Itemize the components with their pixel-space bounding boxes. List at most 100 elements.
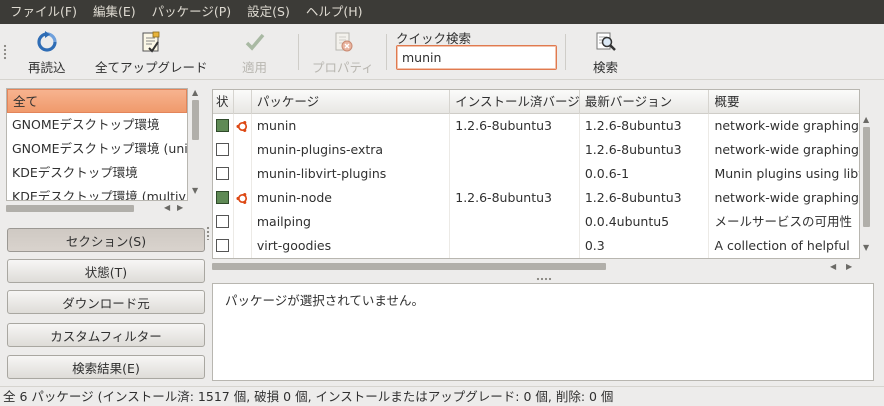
cell-installed-version [450,210,580,234]
filter-item-kde[interactable]: KDEデスクトップ環境 [7,161,187,185]
scrollbar-thumb[interactable] [192,100,199,140]
cell-status[interactable] [213,186,234,210]
scrollbar-thumb[interactable] [6,205,134,212]
custom-filters-button[interactable]: カスタムフィルター [7,323,205,347]
table-row[interactable]: mailping 0.0.4ubuntu5 メールサービスの可用性 [213,210,859,234]
cell-installed-version: 1.2.6-8ubuntu3 [450,186,580,210]
cell-latest-version: 0.0.6-1 [580,162,710,186]
package-status-checkbox[interactable] [216,190,229,204]
toolbar-separator [565,34,566,70]
menu-file[interactable]: ファイル(F) [2,0,85,24]
menu-edit[interactable]: 編集(E) [85,0,144,24]
apply-button[interactable]: 適用 [242,30,267,76]
properties-label: プロパティ [312,60,374,75]
menu-settings[interactable]: 設定(S) [239,0,298,24]
scroll-left-arrow-icon[interactable]: ◀ [164,203,170,212]
cell-summary: Munin plugins using libvirt [714,166,859,181]
cell-latest-version: 0.0.4ubuntu5 [580,210,710,234]
scrollbar-thumb[interactable] [863,127,870,227]
search-results-button[interactable]: 検索結果(E) [7,355,205,379]
apply-label: 適用 [242,60,268,75]
cell-package-name: virt-goodies [252,234,451,258]
package-status-checkbox[interactable] [216,214,229,228]
cell-package-name: mailping [252,210,451,234]
scroll-right-arrow-icon[interactable]: ▶ [177,203,183,212]
column-header-support[interactable] [234,90,252,114]
column-header-installed-version[interactable]: インストール済バージョン [450,90,580,114]
status-button[interactable]: 状態(T) [7,259,205,283]
statusbar-text: 全 6 パッケージ (インストール済: 1517 個, 破損 0 個, インスト… [3,389,614,404]
cell-summary: メールサービスの可用性 [714,214,852,229]
package-status-checkbox[interactable] [216,118,229,132]
table-horizontal-scrollbar[interactable]: ◀ ▶ [212,259,860,275]
filter-list-vertical-scrollbar[interactable]: ▲ ▼ [188,88,202,201]
details-text: パッケージが選択されていません。 [225,293,425,308]
package-status-checkbox[interactable] [216,238,229,252]
column-header-package[interactable]: パッケージ [252,90,451,114]
cell-installed-version [450,234,580,258]
upgrade-all-icon [139,30,163,54]
scroll-up-arrow-icon[interactable]: ▲ [192,88,198,97]
menu-help[interactable]: ヘルプ(H) [298,0,371,24]
filter-list-horizontal-scrollbar[interactable]: ◀ ▶ [6,201,188,217]
cell-installed-version [450,138,580,162]
column-header-latest-version[interactable]: 最新バージョン [580,90,710,114]
filter-list: 全て GNOMEデスクトップ環境 GNOMEデスクトップ環境 (uni KDEデ… [6,88,188,201]
package-status-checkbox[interactable] [216,166,229,180]
upgrade-all-button[interactable]: 全てアップグレード [95,30,208,76]
cell-support [234,138,252,162]
toolbar-separator [386,34,387,70]
filter-item-gnome[interactable]: GNOMEデスクトップ環境 [7,113,187,137]
cell-latest-version: 1.2.6-8ubuntu3 [580,138,710,162]
scroll-left-arrow-icon[interactable]: ◀ [830,262,836,271]
statusbar: 全 6 パッケージ (インストール済: 1517 個, 破損 0 個, インスト… [0,386,884,406]
search-label: 検索 [593,60,619,75]
scroll-right-arrow-icon[interactable]: ▶ [846,262,852,271]
table-row[interactable]: munin 1.2.6-8ubuntu3 1.2.6-8ubuntu3 network… [213,114,859,138]
scroll-down-arrow-icon[interactable]: ▼ [863,243,869,252]
scroll-up-arrow-icon[interactable]: ▲ [863,115,869,124]
filter-item-gnome-universe[interactable]: GNOMEデスクトップ環境 (uni [7,137,187,161]
search-icon [594,30,618,54]
toolbar-grip[interactable] [3,44,7,60]
cell-installed-version: 1.2.6-8ubuntu3 [450,114,580,138]
cell-summary: network-wide graphing framework [714,118,859,133]
search-button[interactable]: 検索 [593,30,618,76]
cell-support [234,114,252,138]
cell-package-name: munin-node [252,186,451,210]
cell-status[interactable] [213,234,234,258]
table-row[interactable]: munin-libvirt-plugins 0.0.6-1 Munin plugin… [213,162,859,186]
cell-status[interactable] [213,138,234,162]
table-vertical-scrollbar[interactable]: ▲ ▼ [860,89,874,259]
properties-button[interactable]: プロパティ [312,30,374,76]
reload-icon [35,30,59,54]
reload-button[interactable]: 再読込 [28,30,66,76]
toolbar-separator [298,34,299,70]
scrollbar-thumb[interactable] [212,263,606,270]
menu-package[interactable]: パッケージ(P) [144,0,240,24]
scroll-down-arrow-icon[interactable]: ▼ [192,186,198,195]
cell-status[interactable] [213,162,234,186]
filter-item-kde-multiverse[interactable]: KDEデスクトップ環境 (multiv [7,185,187,200]
ubuntu-logo-icon [234,114,251,138]
table-row[interactable]: virt-goodies 0.3 A collection of helpful [213,234,859,258]
checkmark-icon [243,30,267,54]
quick-search-input[interactable] [396,45,557,70]
origin-button[interactable]: ダウンロード元 [7,290,205,314]
cell-status[interactable] [213,114,234,138]
column-header-summary[interactable]: 概要 [709,90,859,114]
table-row[interactable]: munin-node 1.2.6-8ubuntu3 1.2.6-8ubuntu3 ne… [213,186,859,210]
filter-item-all[interactable]: 全て [7,89,187,113]
package-status-checkbox[interactable] [216,142,229,156]
sections-button[interactable]: セクション(S) [7,228,205,252]
cell-status[interactable] [213,210,234,234]
cell-latest-version: 0.3 [580,234,710,258]
column-header-status[interactable]: 状 [213,90,234,114]
cell-installed-version [450,162,580,186]
cell-latest-version: 1.2.6-8ubuntu3 [580,114,710,138]
table-row[interactable]: munin-plugins-extra 1.2.6-8ubuntu3 network… [213,138,859,162]
menubar: ファイル(F) 編集(E) パッケージ(P) 設定(S) ヘルプ(H) [0,0,884,24]
cell-summary: network-wide graphing framework [714,142,859,157]
pane-resize-handle[interactable] [536,277,552,281]
pane-resize-handle[interactable] [206,226,210,240]
